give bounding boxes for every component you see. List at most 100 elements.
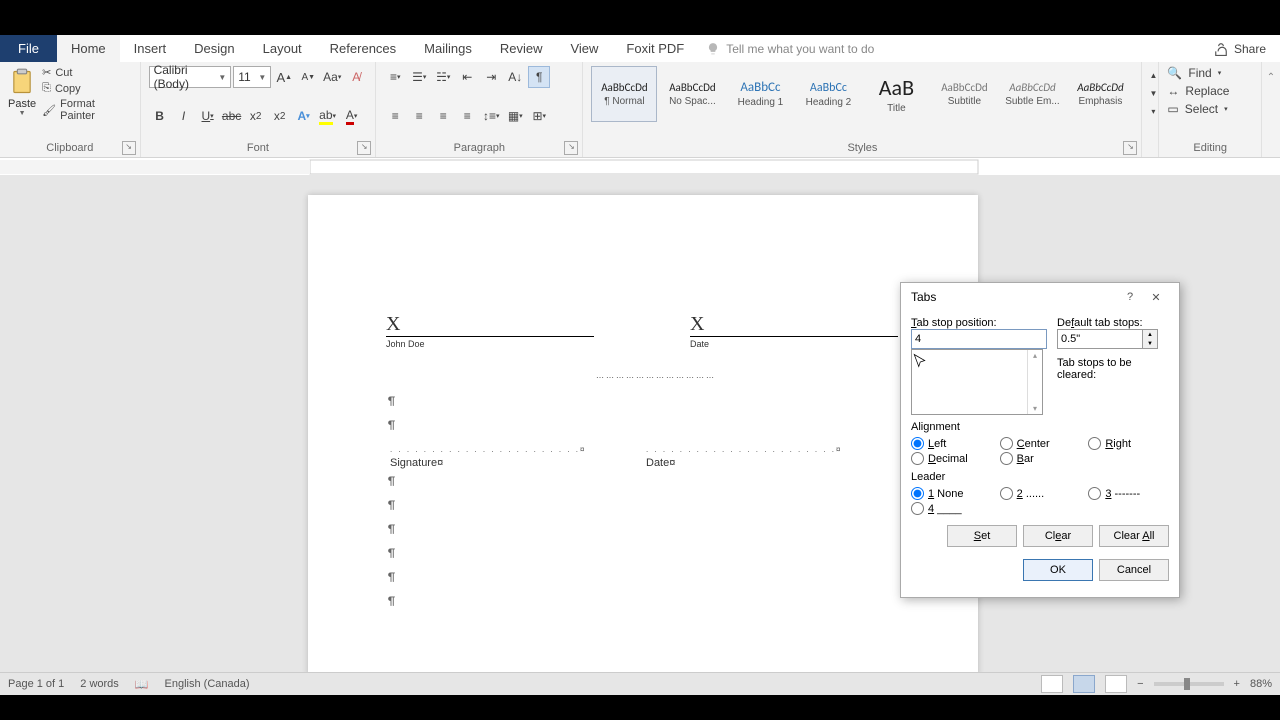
tab-home[interactable]: Home	[57, 35, 120, 62]
style-no-spac-[interactable]: AaBbCcDdNo Spac...	[659, 66, 725, 122]
zoom-level[interactable]: 88%	[1250, 678, 1272, 690]
subscript-button[interactable]: x2	[245, 105, 267, 127]
font-color-button[interactable]: A▾	[341, 105, 363, 127]
proofing-icon[interactable]: 📖	[135, 678, 149, 691]
text-effects-button[interactable]: A▾	[293, 105, 315, 127]
highlight-button[interactable]: ab▾	[317, 105, 339, 127]
default-tab-stops-spinner[interactable]: ▲▼	[1057, 329, 1169, 349]
clear-formatting-button[interactable]: A̸	[345, 66, 367, 88]
web-layout-button[interactable]	[1105, 675, 1127, 693]
share-button[interactable]: Share	[1200, 35, 1280, 62]
styles-gallery[interactable]: AaBbCcDd¶ NormalAaBbCcDdNo Spac...AaBbCc…	[591, 66, 1133, 124]
page-count[interactable]: Page 1 of 1	[8, 678, 64, 690]
signature-text-label: Signature¤	[390, 457, 443, 469]
shading-button[interactable]: ▦▾	[504, 105, 526, 127]
justify-button[interactable]: ≡	[456, 105, 478, 127]
line-spacing-button[interactable]: ↕≡▾	[480, 105, 502, 127]
bullets-button[interactable]: ≡▾	[384, 66, 406, 88]
change-case-button[interactable]: Aa▾	[321, 66, 343, 88]
tab-view[interactable]: View	[556, 35, 612, 62]
align-left-radio[interactable]: Left	[911, 437, 992, 450]
default-tab-stops-input[interactable]	[1057, 329, 1143, 349]
style-subtitle[interactable]: AaBbCcDdSubtitle	[931, 66, 997, 122]
show-marks-button[interactable]: ¶	[528, 66, 550, 88]
paragraph-launcher[interactable]: ↘	[564, 141, 578, 155]
select-button[interactable]: ▭Select▾	[1167, 102, 1253, 116]
leader-dots-radio[interactable]: 2 ......	[1000, 487, 1081, 500]
default-tab-stops-label: Default tab stops:	[1057, 317, 1169, 329]
scroll-up-icon[interactable]: ▴	[1033, 351, 1037, 360]
align-bar-radio[interactable]: Bar	[1000, 452, 1081, 465]
leader-underline-radio[interactable]: 4 ____	[911, 502, 992, 515]
format-painter-button[interactable]: 🖌Format Painter	[42, 98, 131, 122]
collapse-ribbon-button[interactable]: ⌃	[1260, 66, 1280, 88]
language-status[interactable]: English (Canada)	[165, 678, 250, 690]
align-right-radio[interactable]: Right	[1088, 437, 1169, 450]
paste-button[interactable]: Paste ▼	[8, 66, 36, 122]
leader-dashes-radio[interactable]: 3 -------	[1088, 487, 1169, 500]
dialog-help-button[interactable]: ?	[1117, 287, 1143, 307]
replace-button[interactable]: ↔Replace	[1167, 84, 1253, 98]
sort-button[interactable]: A↓	[504, 66, 526, 88]
italic-button[interactable]: I	[173, 105, 195, 127]
zoom-slider[interactable]	[1154, 682, 1224, 686]
font-size-select[interactable]: 11▼	[233, 66, 271, 88]
spin-down[interactable]: ▼	[1143, 339, 1157, 348]
tab-foxit[interactable]: Foxit PDF	[612, 35, 698, 62]
borders-button[interactable]: ⊞▾	[528, 105, 550, 127]
style-title[interactable]: AaBTitle	[863, 66, 929, 122]
decrease-indent-button[interactable]: ⇤	[456, 66, 478, 88]
font-face-select[interactable]: Calibri (Body)▼	[149, 66, 232, 88]
tab-mailings[interactable]: Mailings	[410, 35, 486, 62]
tab-stop-listbox[interactable]: ▴▾	[911, 349, 1043, 415]
word-count[interactable]: 2 words	[80, 678, 119, 690]
cancel-button[interactable]: Cancel	[1099, 559, 1169, 581]
tab-insert[interactable]: Insert	[120, 35, 181, 62]
read-mode-button[interactable]	[1041, 675, 1063, 693]
style-emphasis[interactable]: AaBbCcDdEmphasis	[1067, 66, 1133, 122]
font-launcher[interactable]: ↘	[357, 141, 371, 155]
spin-up[interactable]: ▲	[1143, 330, 1157, 339]
tab-references[interactable]: References	[316, 35, 410, 62]
set-button[interactable]: Set	[947, 525, 1017, 547]
tab-stop-position-input[interactable]	[911, 329, 1047, 349]
style-heading-1[interactable]: AaBbCcHeading 1	[727, 66, 793, 122]
align-decimal-radio[interactable]: Decimal	[911, 452, 992, 465]
tab-review[interactable]: Review	[486, 35, 557, 62]
tab-design[interactable]: Design	[180, 35, 248, 62]
increase-indent-button[interactable]: ⇥	[480, 66, 502, 88]
align-center-radio[interactable]: Center	[1000, 437, 1081, 450]
shrink-font-button[interactable]: A▼	[297, 66, 319, 88]
bold-button[interactable]: B	[149, 105, 171, 127]
dialog-close-button[interactable]: ✕	[1143, 287, 1169, 307]
style-heading-2[interactable]: AaBbCcHeading 2	[795, 66, 861, 122]
align-center-button[interactable]: ≡	[408, 105, 430, 127]
style-subtle-em-[interactable]: AaBbCcDdSubtle Em...	[999, 66, 1065, 122]
clipboard-launcher[interactable]: ↘	[122, 141, 136, 155]
copy-button[interactable]: ⎘Copy	[42, 82, 131, 95]
underline-button[interactable]: U▾	[197, 105, 219, 127]
grow-font-button[interactable]: A▲	[273, 66, 295, 88]
align-left-button[interactable]: ≡	[384, 105, 406, 127]
print-layout-button[interactable]	[1073, 675, 1095, 693]
clear-all-button[interactable]: Clear All	[1099, 525, 1169, 547]
clear-button[interactable]: Clear	[1023, 525, 1093, 547]
multilevel-button[interactable]: ☵▾	[432, 66, 454, 88]
zoom-in-button[interactable]: +	[1234, 678, 1240, 690]
strikethrough-button[interactable]: abc	[221, 105, 243, 127]
find-button[interactable]: 🔍Find▾	[1167, 66, 1253, 80]
align-right-button[interactable]: ≡	[432, 105, 454, 127]
scroll-down-icon[interactable]: ▾	[1033, 404, 1037, 413]
style-normal[interactable]: AaBbCcDd¶ Normal	[591, 66, 657, 122]
tab-file[interactable]: File	[0, 35, 57, 62]
page-break-indicator: ⋯⋯⋯⋯⋯⋯⋯⋯⋯⋯⋯⋯	[596, 373, 716, 382]
cut-button[interactable]: ✂Cut	[42, 66, 131, 79]
tell-me-search[interactable]: Tell me what you want to do	[698, 35, 1200, 62]
ok-button[interactable]: OK	[1023, 559, 1093, 581]
zoom-out-button[interactable]: −	[1137, 678, 1143, 690]
tab-layout[interactable]: Layout	[249, 35, 316, 62]
numbering-button[interactable]: ☰▾	[408, 66, 430, 88]
superscript-button[interactable]: x2	[269, 105, 291, 127]
styles-launcher[interactable]: ↘	[1123, 141, 1137, 155]
leader-none-radio[interactable]: 1 None	[911, 487, 992, 500]
